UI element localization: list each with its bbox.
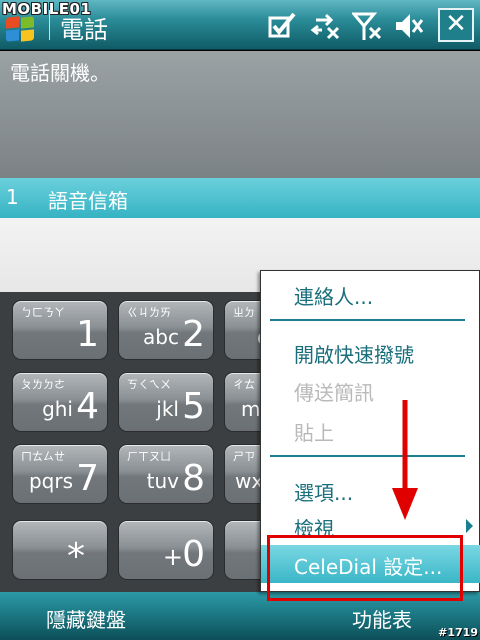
key-bopomofo: ㄓㄉ — [233, 306, 255, 319]
volume-mute-icon[interactable] — [392, 10, 424, 42]
key-letters: ghi — [42, 397, 73, 421]
start-button[interactable] — [6, 16, 36, 43]
submenu-arrow-icon — [466, 519, 473, 533]
voicemail-row[interactable]: 1 語音信箱 — [0, 178, 480, 218]
key-bopomofo: ㄏㄒㄡㄩ — [127, 450, 171, 463]
key-digit: 7 — [76, 458, 99, 499]
key-bopomofo: ㄆㄌㄉㄜ — [21, 378, 65, 391]
divider — [49, 10, 50, 40]
key-7[interactable]: ㄇㄊㄙㄝ pqrs 7 — [12, 444, 108, 504]
title-bar: MOBILE01 電話 ✕ — [0, 0, 480, 50]
key-digit: 4 — [76, 386, 99, 427]
key-digit: 8 — [182, 458, 205, 499]
key-8[interactable]: ㄏㄒㄡㄩ tuv 8 — [118, 444, 214, 504]
key-5[interactable]: ㄎㄑㄟㄨ jkl 5 — [118, 372, 214, 432]
key-2[interactable]: ㄍㄐㄌㄞ abc 2 — [118, 300, 214, 360]
key-digit: 0 — [182, 534, 205, 575]
key-digit: 2 — [182, 314, 205, 355]
key-digit: 5 — [182, 386, 205, 427]
menu-item-speed-dial[interactable]: 開啟快速撥號 — [294, 339, 414, 368]
speed-dial-number: 1 — [6, 185, 19, 209]
key-bopomofo: ㄎㄑㄟㄨ — [127, 378, 171, 391]
key-star[interactable]: * — [12, 520, 108, 580]
key-letters: jkl — [156, 397, 179, 421]
menu-item-send-sms: 傳送簡訊 — [294, 381, 374, 405]
windows-logo-icon — [6, 16, 19, 29]
key-letters: tuv — [146, 469, 179, 493]
app-title: 電話 — [60, 16, 108, 44]
key-letters: abc — [143, 325, 179, 349]
menu-item-contacts[interactable]: 連絡人... — [294, 281, 373, 310]
checkbox-icon[interactable] — [266, 10, 298, 42]
key-1[interactable]: ㄅㄈㄋㄚ 1 — [12, 300, 108, 360]
key-letters: + — [162, 543, 183, 571]
sync-icon[interactable] — [310, 10, 342, 42]
key-bopomofo: ㄍㄐㄌㄞ — [127, 306, 171, 319]
key-letters: m — [241, 397, 261, 421]
key-bopomofo: ㄕㄗ — [233, 450, 255, 463]
key-digit: 1 — [76, 314, 99, 355]
signal-off-icon[interactable] — [352, 10, 384, 42]
key-letters: pqrs — [28, 469, 73, 493]
close-button[interactable]: ✕ — [438, 8, 474, 42]
menu-softkey[interactable]: 功能表 — [352, 604, 412, 633]
key-bopomofo: ㄇㄊㄙㄝ — [21, 450, 65, 463]
voicemail-label: 語音信箱 — [48, 189, 128, 213]
key-0[interactable]: + 0 — [118, 520, 214, 580]
call-status-area: 電話關機。 — [0, 51, 480, 178]
key-4[interactable]: ㄆㄌㄉㄜ ghi 4 — [12, 372, 108, 432]
key-bopomofo: ㄔㄊ — [233, 378, 255, 391]
key-digit: * — [67, 536, 85, 577]
annotation-arrow-icon — [392, 400, 418, 520]
key-bopomofo: ㄅㄈㄋㄚ — [21, 306, 65, 319]
menu-separator — [270, 455, 465, 457]
key-letters: wx — [235, 469, 264, 493]
menu-item-paste: 貼上 — [294, 421, 334, 445]
annotation-highlight-box — [267, 535, 463, 601]
status-text: 電話關機。 — [10, 61, 110, 85]
hide-keypad-softkey[interactable]: 隱藏鍵盤 — [46, 604, 126, 633]
menu-item-options[interactable]: 選項... — [294, 477, 353, 506]
image-number: #1719 — [438, 626, 478, 639]
menu-separator — [270, 319, 465, 321]
